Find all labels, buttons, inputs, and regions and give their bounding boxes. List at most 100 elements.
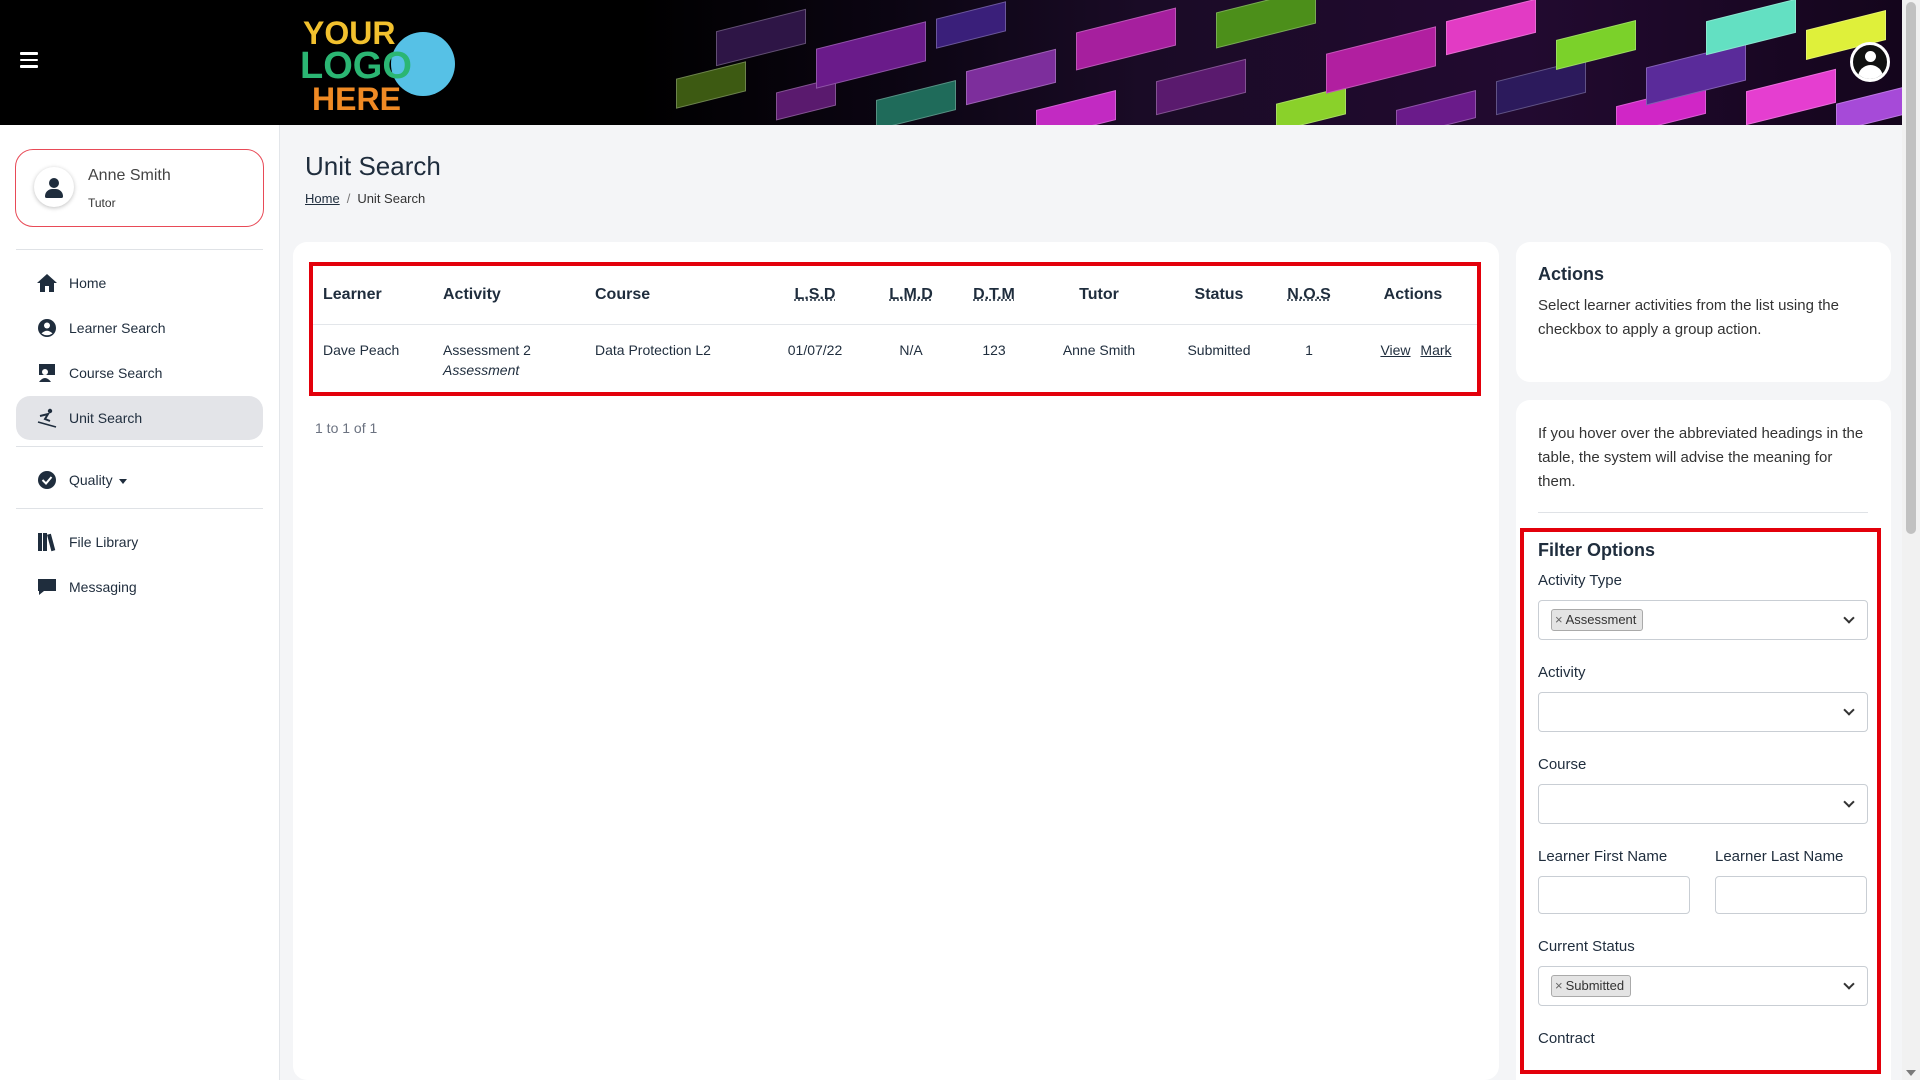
filter-options-highlight: Filter Options Activity Type × Assessment…	[1520, 528, 1881, 1074]
sidebar-item-label: Quality	[69, 472, 113, 488]
sidebar-item-label: File Library	[69, 534, 139, 550]
scroll-down-arrow-icon[interactable]	[1906, 1070, 1916, 1076]
sidebar-item-label: Home	[69, 275, 107, 291]
sidebar-item-course-search[interactable]: Course Search	[16, 351, 263, 395]
chevron-down-icon	[1843, 612, 1855, 624]
cell-activity: Assessment 2	[443, 341, 531, 358]
cell-status: Submitted	[1187, 341, 1251, 358]
current-status-chip-label: Submitted	[1565, 978, 1625, 993]
sidebar-item-messaging[interactable]: Messaging	[16, 565, 263, 609]
breadcrumb-home-link[interactable]: Home	[305, 191, 340, 206]
chevron-down-icon	[1843, 704, 1855, 716]
current-status-chip: × Submitted	[1551, 975, 1632, 997]
column-header-status[interactable]: Status	[1169, 266, 1269, 325]
course-label: Course	[1538, 756, 1587, 773]
activity-select[interactable]	[1538, 692, 1868, 732]
cell-activity-type: Assessment	[443, 361, 520, 378]
first-name-label: Learner First Name	[1538, 848, 1668, 865]
current-status-select[interactable]: × Submitted	[1538, 966, 1868, 1006]
user-name: Anne Smith	[88, 167, 171, 184]
pagination-info: 1 to 1 of 1	[315, 420, 378, 436]
contract-label: Contract	[1538, 1030, 1595, 1047]
actions-title: Actions	[1538, 264, 1605, 284]
activity-type-label: Activity Type	[1538, 572, 1622, 589]
books-icon	[38, 533, 56, 552]
sidebar-item-file-library[interactable]: File Library	[16, 520, 263, 564]
course-select[interactable]	[1538, 784, 1868, 824]
last-name-input[interactable]	[1715, 876, 1867, 914]
column-header-tutor[interactable]: Tutor	[1029, 266, 1169, 325]
caret-down-icon	[118, 478, 127, 484]
menu-toggle-icon[interactable]	[20, 52, 38, 68]
sidebar-item-quality[interactable]: Quality	[16, 458, 263, 502]
user-circle-icon	[38, 319, 56, 337]
logo-line-3: HERE	[312, 81, 401, 116]
top-bar: YOUR LOGO HERE	[0, 0, 1902, 125]
cell-learner: Dave Peach	[323, 341, 400, 358]
column-header-course[interactable]: Course	[585, 266, 767, 325]
activity-type-chip: × Assessment	[1551, 609, 1644, 631]
table-row: Dave Peach Assessment 2 Assessment Data …	[313, 324, 1477, 392]
column-header-lsd[interactable]: L.S.D	[795, 286, 836, 303]
sidebar-divider	[16, 446, 263, 447]
chevron-down-icon	[1843, 796, 1855, 808]
actions-panel: Actions Select learner activities from t…	[1516, 242, 1891, 382]
current-status-label: Current Status	[1538, 938, 1635, 955]
sidebar-item-label: Course Search	[69, 365, 163, 381]
cell-lmd: N/A	[899, 341, 923, 358]
results-table-highlight: Learner Activity Course L.S.D L.M.D D.T.…	[309, 262, 1481, 396]
column-header-dtm[interactable]: D.T.M	[973, 286, 1015, 303]
breadcrumb-current: Unit Search	[357, 191, 426, 206]
filter-divider	[1538, 512, 1868, 513]
user-role: Tutor	[88, 196, 116, 210]
filter-panel: If you hover over the abbreviated headin…	[1516, 400, 1891, 1080]
actions-description: Select learner activities from the list …	[1538, 297, 1839, 338]
abbreviation-hint: If you hover over the abbreviated headin…	[1538, 425, 1864, 490]
column-header-actions: Actions	[1349, 266, 1477, 325]
sidebar-item-label: Unit Search	[69, 410, 143, 426]
cell-lsd: 01/07/22	[787, 341, 843, 358]
check-circle-icon	[38, 471, 56, 489]
teacher-icon	[39, 364, 55, 382]
scrollbar-thumb[interactable]	[1906, 2, 1916, 534]
avatar-icon	[34, 167, 74, 207]
activity-label: Activity	[1538, 664, 1586, 681]
cell-dtm: 123	[982, 341, 1006, 358]
sidebar-item-label: Messaging	[69, 579, 137, 595]
activity-type-select[interactable]: × Assessment	[1538, 600, 1868, 640]
logo: YOUR LOGO HERE	[300, 15, 455, 116]
filter-options-title: Filter Options	[1538, 540, 1655, 560]
column-header-nos[interactable]: N.O.S	[1287, 286, 1331, 303]
sidebar-divider	[16, 249, 263, 250]
results-card: Learner Activity Course L.S.D L.M.D D.T.…	[293, 242, 1499, 1080]
table-header-row: Learner Activity Course L.S.D L.M.D D.T.…	[313, 266, 1477, 325]
last-name-label: Learner Last Name	[1715, 848, 1844, 865]
vertical-scrollbar[interactable]	[1902, 0, 1920, 1080]
remove-chip-icon[interactable]: ×	[1555, 612, 1563, 627]
sidebar-item-learner-search[interactable]: Learner Search	[16, 306, 263, 350]
view-link[interactable]: View	[1380, 342, 1410, 358]
cell-tutor: Anne Smith	[1062, 341, 1136, 358]
home-icon	[37, 274, 57, 292]
breadcrumb: Home / Unit Search	[305, 191, 425, 206]
user-account-icon[interactable]	[1850, 42, 1890, 82]
column-header-learner[interactable]: Learner	[313, 266, 433, 325]
sidebar-divider	[16, 508, 263, 509]
sidebar-item-home[interactable]: Home	[16, 261, 263, 305]
first-name-input[interactable]	[1538, 876, 1690, 914]
breadcrumb-separator: /	[346, 191, 351, 206]
column-header-lmd[interactable]: L.M.D	[889, 286, 933, 303]
header-banner-image	[636, 0, 1902, 125]
remove-chip-icon[interactable]: ×	[1555, 978, 1563, 993]
page-title: Unit Search	[305, 151, 441, 181]
column-header-activity[interactable]: Activity	[433, 266, 585, 325]
message-icon	[38, 579, 56, 595]
results-table: Learner Activity Course L.S.D L.M.D D.T.…	[313, 266, 1477, 392]
user-profile-card[interactable]: Anne Smith Tutor	[15, 149, 264, 227]
chevron-down-icon	[1843, 978, 1855, 990]
sidebar-item-label: Learner Search	[69, 320, 166, 336]
mark-link[interactable]: Mark	[1420, 342, 1451, 358]
sidebar-item-unit-search[interactable]: Unit Search	[16, 396, 263, 440]
cell-course: Data Protection L2	[595, 341, 711, 358]
cell-nos: 1	[1305, 341, 1313, 358]
